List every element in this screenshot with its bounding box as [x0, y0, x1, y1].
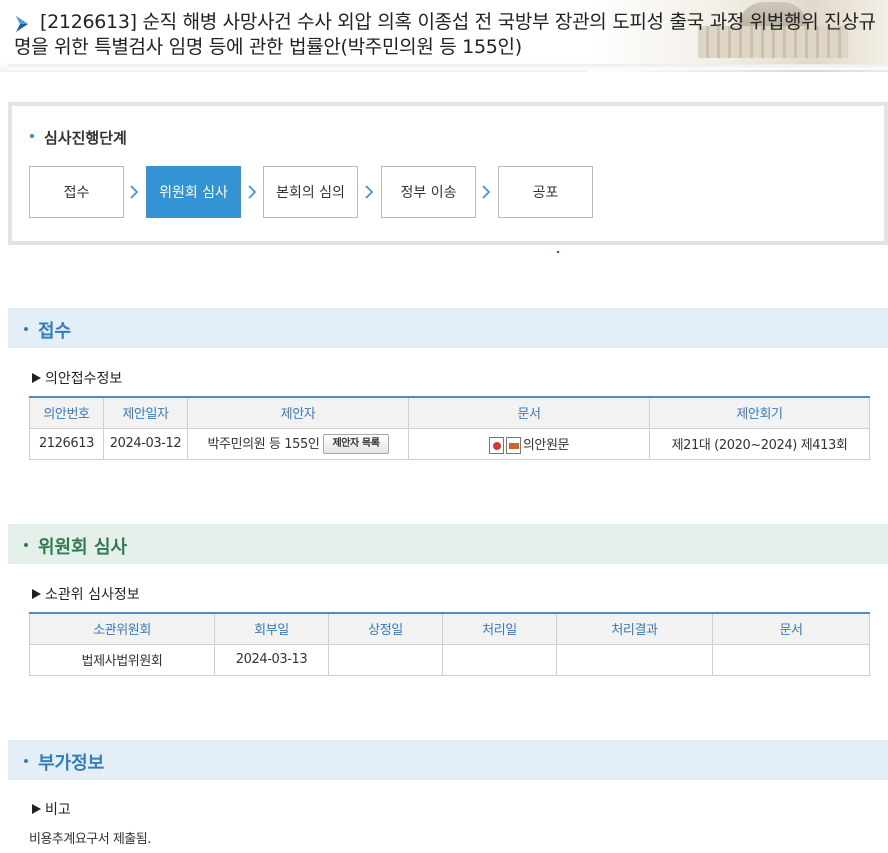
column-header: 소관위원회 — [29, 612, 215, 645]
pdf-file-icon[interactable] — [505, 436, 521, 454]
step-reception[interactable]: 접수 — [29, 166, 124, 218]
section-title-text: 접수 — [38, 321, 72, 342]
column-header: 제안자 — [187, 396, 409, 429]
referral-date: 2024-03-13 — [214, 643, 329, 676]
sub-heading: 비고 — [32, 799, 71, 819]
table-row: 법제사법위원회 2024-03-13 — [29, 643, 870, 676]
proposer-list-button[interactable]: 제안자 목록 — [323, 434, 389, 455]
page-header: [2126613] 순직 해병 사망사건 수사 외압 의혹 이종섭 전 국방부 … — [0, 0, 888, 72]
table-header-row: 소관위원회 회부일 상정일 처리일 처리결과 문서 — [29, 612, 870, 645]
section-title-text: 위원회 심사 — [38, 537, 128, 558]
section-committee: 위원회 심사 — [8, 524, 888, 564]
column-header: 회부일 — [214, 612, 329, 645]
column-header: 제안회기 — [649, 396, 870, 429]
step-promulgation[interactable]: 공포 — [498, 166, 593, 218]
bullet-icon — [30, 133, 34, 138]
process-result — [556, 643, 713, 676]
section-title: 위원회 심사 — [24, 533, 127, 559]
process-date — [442, 643, 557, 676]
sub-heading-text: 의안접수정보 — [45, 371, 123, 387]
column-header: 의안번호 — [29, 396, 104, 429]
sub-heading: 소관위 심사정보 — [32, 584, 140, 604]
sub-heading: 의안접수정보 — [32, 368, 122, 388]
committee-table: 소관위원회 회부일 상정일 처리일 처리결과 문서 법제사법위원회 2024-0… — [29, 612, 870, 676]
column-header: 상정일 — [328, 612, 443, 645]
triangle-right-icon — [32, 804, 41, 814]
progress-title: 심사진행단계 — [30, 127, 127, 148]
section-title: 접수 — [24, 317, 71, 343]
chevron-right-icon — [248, 185, 257, 199]
table-row: 2126613 2024-03-12 박주민의원 등 155인 제안자 목록 의안… — [29, 427, 870, 460]
step-committee-review[interactable]: 위원회 심사 — [146, 166, 241, 218]
progress-title-text: 심사진행단계 — [44, 129, 127, 147]
column-header: 제안일자 — [103, 396, 188, 429]
chevron-right-icon — [482, 185, 491, 199]
committee-name: 법제사법위원회 — [29, 643, 215, 676]
chevron-right-icon — [130, 185, 139, 199]
section-title: 부가정보 — [24, 749, 104, 775]
hwp-file-icon[interactable] — [488, 436, 504, 454]
document-link[interactable]: 의안원문 — [523, 438, 570, 453]
column-header: 처리결과 — [556, 612, 713, 645]
section-title-text: 부가정보 — [38, 753, 105, 774]
reception-table: 의안번호 제안일자 제안자 문서 제안회기 2126613 2024-03-12… — [29, 396, 870, 460]
agenda-date — [328, 643, 443, 676]
step-plenary[interactable]: 본회의 심의 — [263, 166, 358, 218]
step-gov-transfer[interactable]: 정부 이송 — [381, 166, 476, 218]
committee-document — [712, 643, 870, 676]
sub-heading-text: 소관위 심사정보 — [45, 587, 140, 603]
section-extra-info: 부가정보 — [8, 740, 888, 780]
triangle-right-icon — [32, 589, 41, 599]
decorative-dot — [557, 251, 559, 253]
column-header: 문서 — [408, 396, 650, 429]
table-header-row: 의안번호 제안일자 제안자 문서 제안회기 — [29, 396, 870, 429]
section-reception: 접수 — [8, 308, 888, 348]
column-header: 처리일 — [442, 612, 557, 645]
header-divider — [8, 64, 888, 70]
remark-text: 비용추계요구서 제출됨. — [29, 832, 151, 847]
sub-heading-text: 비고 — [45, 802, 71, 818]
proposer-name: 박주민의원 등 155인 — [207, 436, 320, 452]
proposal-date: 2024-03-12 — [103, 427, 188, 460]
document-cell: 의안원문 — [408, 427, 650, 460]
column-header: 문서 — [712, 612, 870, 645]
bill-number: 2126613 — [29, 427, 104, 460]
bill-title: [2126613] 순직 해병 사망사건 수사 외압 의혹 이종섭 전 국방부 … — [14, 11, 876, 58]
triangle-right-icon — [32, 373, 41, 383]
chevron-right-icon — [365, 185, 374, 199]
session: 제21대 (2020~2024) 제413회 — [649, 427, 870, 460]
proposer-cell: 박주민의원 등 155인 제안자 목록 — [187, 427, 409, 460]
